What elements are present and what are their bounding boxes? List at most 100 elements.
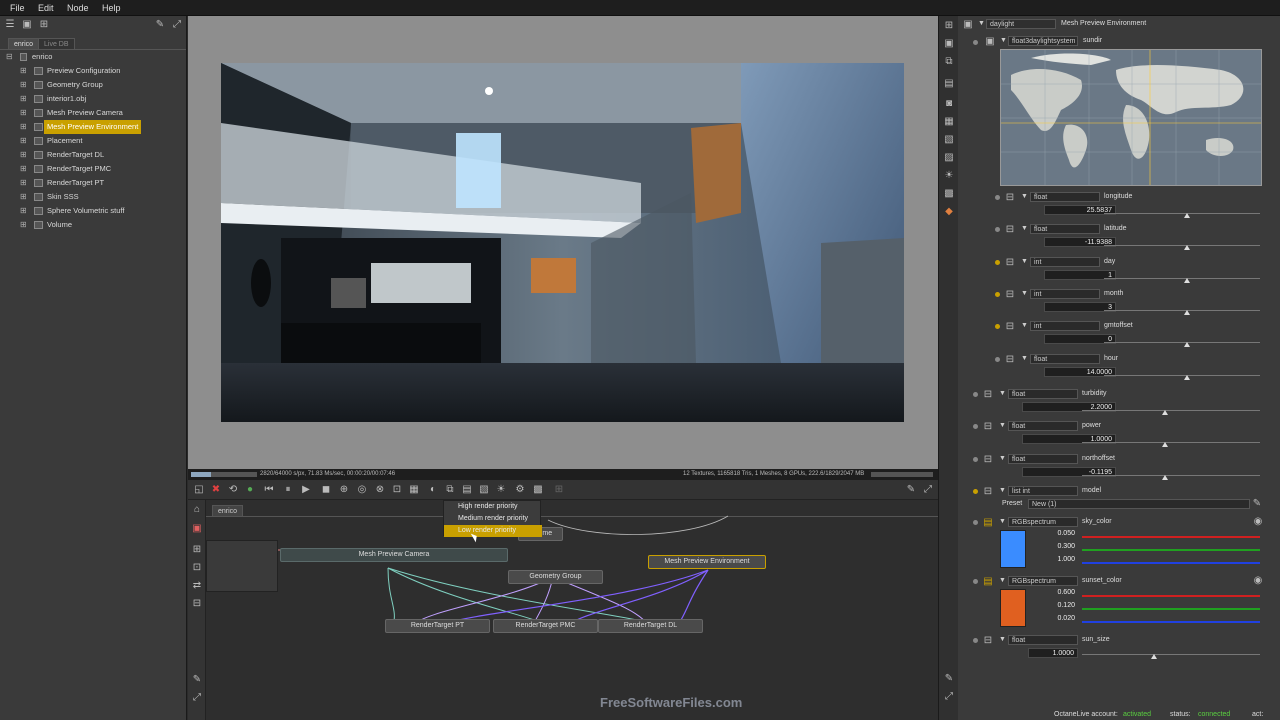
slider-thumb[interactable]	[1151, 654, 1157, 659]
node-geometry-group[interactable]: Geometry Group	[508, 570, 603, 584]
inspector-save-icon[interactable]: ▤	[943, 78, 955, 90]
node-rendertarget-pt[interactable]: RenderTarget PT	[385, 619, 490, 633]
save-icon[interactable]: ▤	[461, 484, 473, 496]
maximize-icon[interactable]: ⤢	[943, 691, 955, 703]
channel-r-slider[interactable]	[1082, 536, 1260, 538]
collapse-icon[interactable]: ▼	[1021, 258, 1028, 265]
collapse-icon[interactable]: ▼	[999, 455, 1006, 462]
inspector-pin-icon[interactable]: ▣	[943, 38, 955, 50]
expand-icon[interactable]: ⊞	[20, 165, 27, 173]
maximize-icon[interactable]: ⤢	[922, 484, 934, 496]
priority-icon[interactable]: ◐	[427, 484, 439, 496]
param-type[interactable]: float	[1030, 192, 1100, 202]
channel-g-slider[interactable]	[1082, 549, 1260, 551]
light-icon[interactable]: ☀	[495, 484, 507, 496]
collapse-icon[interactable]: ▼	[1021, 193, 1028, 200]
outliner-save-icon[interactable]: ▣	[21, 19, 33, 31]
param-type[interactable]: float	[1008, 389, 1078, 399]
collapse-icon[interactable]: ▼	[1021, 225, 1028, 232]
channel-r-value[interactable]: 0.050	[1032, 529, 1078, 539]
recenter-icon[interactable]: ◱	[193, 484, 205, 496]
tree-item[interactable]: ⊞ Sphere Volumetric stuff	[0, 204, 187, 218]
render-viewport[interactable]	[188, 16, 938, 469]
param-type[interactable]: float	[1008, 421, 1078, 432]
pause-icon[interactable]: ⏸	[282, 484, 294, 496]
export-icon[interactable]: ▧	[478, 484, 490, 496]
tree-item[interactable]: ⊞ RenderTarget DL	[0, 148, 187, 162]
menu-edit[interactable]: Edit	[38, 3, 54, 13]
channel-r-slider[interactable]	[1082, 595, 1260, 597]
expand-icon[interactable]: ⊞	[20, 207, 27, 215]
channel-r-value[interactable]: 0.600	[1032, 588, 1078, 598]
param-type[interactable]: int	[1030, 321, 1100, 332]
tree-item[interactable]: ⊞ Geometry Group	[0, 78, 187, 92]
maximize-icon[interactable]: ⤢	[171, 19, 183, 31]
param-slider[interactable]	[1082, 442, 1260, 444]
eye-icon[interactable]: ◉	[1252, 575, 1264, 587]
expand-icon[interactable]: ⊞	[20, 123, 27, 131]
settings-icon[interactable]: ⚙	[514, 484, 526, 496]
param-slider[interactable]	[1082, 410, 1260, 411]
header-type-select[interactable]: daylight	[986, 19, 1056, 29]
collapse-icon[interactable]: ▼	[999, 636, 1006, 643]
param-slider[interactable]	[1104, 213, 1260, 214]
menu-file[interactable]: File	[10, 3, 25, 13]
channel-b-slider[interactable]	[1082, 562, 1260, 564]
tree-item[interactable]: ⊞ Placement	[0, 134, 187, 148]
channel-g-value[interactable]: 0.120	[1032, 601, 1078, 611]
inspector-grid-icon[interactable]: ▩	[943, 188, 955, 200]
color-swatch[interactable]	[1000, 589, 1026, 627]
slider-thumb[interactable]	[1184, 277, 1190, 283]
param-value[interactable]: 1.0000	[1028, 648, 1078, 658]
menu-node[interactable]: Node	[67, 3, 89, 13]
focus-icon[interactable]: ◎	[356, 484, 368, 496]
collapse-icon[interactable]: ▼	[1021, 322, 1028, 329]
param-type[interactable]: list int	[1008, 486, 1078, 496]
outliner-tree-icon[interactable]: ⊞	[38, 19, 50, 31]
tree-item[interactable]: ⊞ Mesh Preview Environment	[0, 120, 187, 134]
crop-icon[interactable]: ▦	[408, 484, 420, 496]
inspector-copy-icon[interactable]: ⧉	[943, 56, 955, 68]
expand-icon[interactable]: ⊞	[20, 81, 27, 89]
sun-position-map[interactable]	[1000, 49, 1262, 186]
region-icon[interactable]: ⊡	[391, 484, 403, 496]
param-type[interactable]: float	[1030, 224, 1100, 235]
channel-g-slider[interactable]	[1082, 608, 1260, 610]
tree-item[interactable]: ⊞ Mesh Preview Camera	[0, 106, 187, 120]
render-image[interactable]	[221, 63, 904, 422]
collapse-icon[interactable]: ▼	[999, 518, 1006, 525]
channel-b-value[interactable]: 1.000	[1032, 555, 1078, 565]
param-slider[interactable]	[1104, 277, 1260, 279]
tab-live-db[interactable]: Live DB	[38, 38, 75, 49]
eye-icon[interactable]: ◉	[1252, 516, 1264, 528]
tree-item[interactable]: ⊞ Volume	[0, 218, 187, 232]
collapse-icon[interactable]: ▼	[1021, 290, 1028, 297]
param-type[interactable]: float	[1030, 353, 1100, 364]
menu-help[interactable]: Help	[102, 3, 121, 13]
lock-icon[interactable]: ◼	[320, 484, 332, 496]
param-type[interactable]: float	[1008, 453, 1078, 464]
slider-thumb[interactable]	[1162, 474, 1168, 480]
param-type[interactable]: int	[1030, 288, 1100, 299]
zoom-icon[interactable]: ⊕	[338, 484, 350, 496]
inspector-node-icon[interactable]: ⊞	[943, 20, 955, 32]
expand-icon[interactable]: ⊞	[20, 137, 27, 145]
param-slider[interactable]	[1104, 309, 1260, 311]
collapse-icon[interactable]: ▼	[999, 577, 1006, 584]
collapse-icon[interactable]: ▼	[1000, 37, 1007, 44]
collapse-icon[interactable]: ▼	[978, 20, 985, 27]
play-icon[interactable]: ▶	[300, 484, 312, 496]
slider-thumb[interactable]	[1162, 410, 1168, 415]
inspector-kernel-icon[interactable]: ▧	[943, 134, 955, 146]
slider-thumb[interactable]	[1162, 442, 1168, 448]
slider-thumb[interactable]	[1184, 309, 1190, 315]
collapse-icon[interactable]: ▼	[999, 422, 1006, 429]
param-type[interactable]: float	[1008, 635, 1078, 645]
param-slider[interactable]	[1082, 474, 1260, 476]
tab-enrico[interactable]: enrico	[8, 38, 40, 49]
expand-icon[interactable]: ⊞	[20, 109, 27, 117]
param-type[interactable]: RGBspectrum	[1008, 517, 1078, 527]
tree-root[interactable]: ⊟ enrico	[0, 50, 187, 64]
expand-icon[interactable]: ⊞	[20, 193, 27, 201]
restart-render-icon[interactable]: ⟲	[227, 484, 239, 496]
